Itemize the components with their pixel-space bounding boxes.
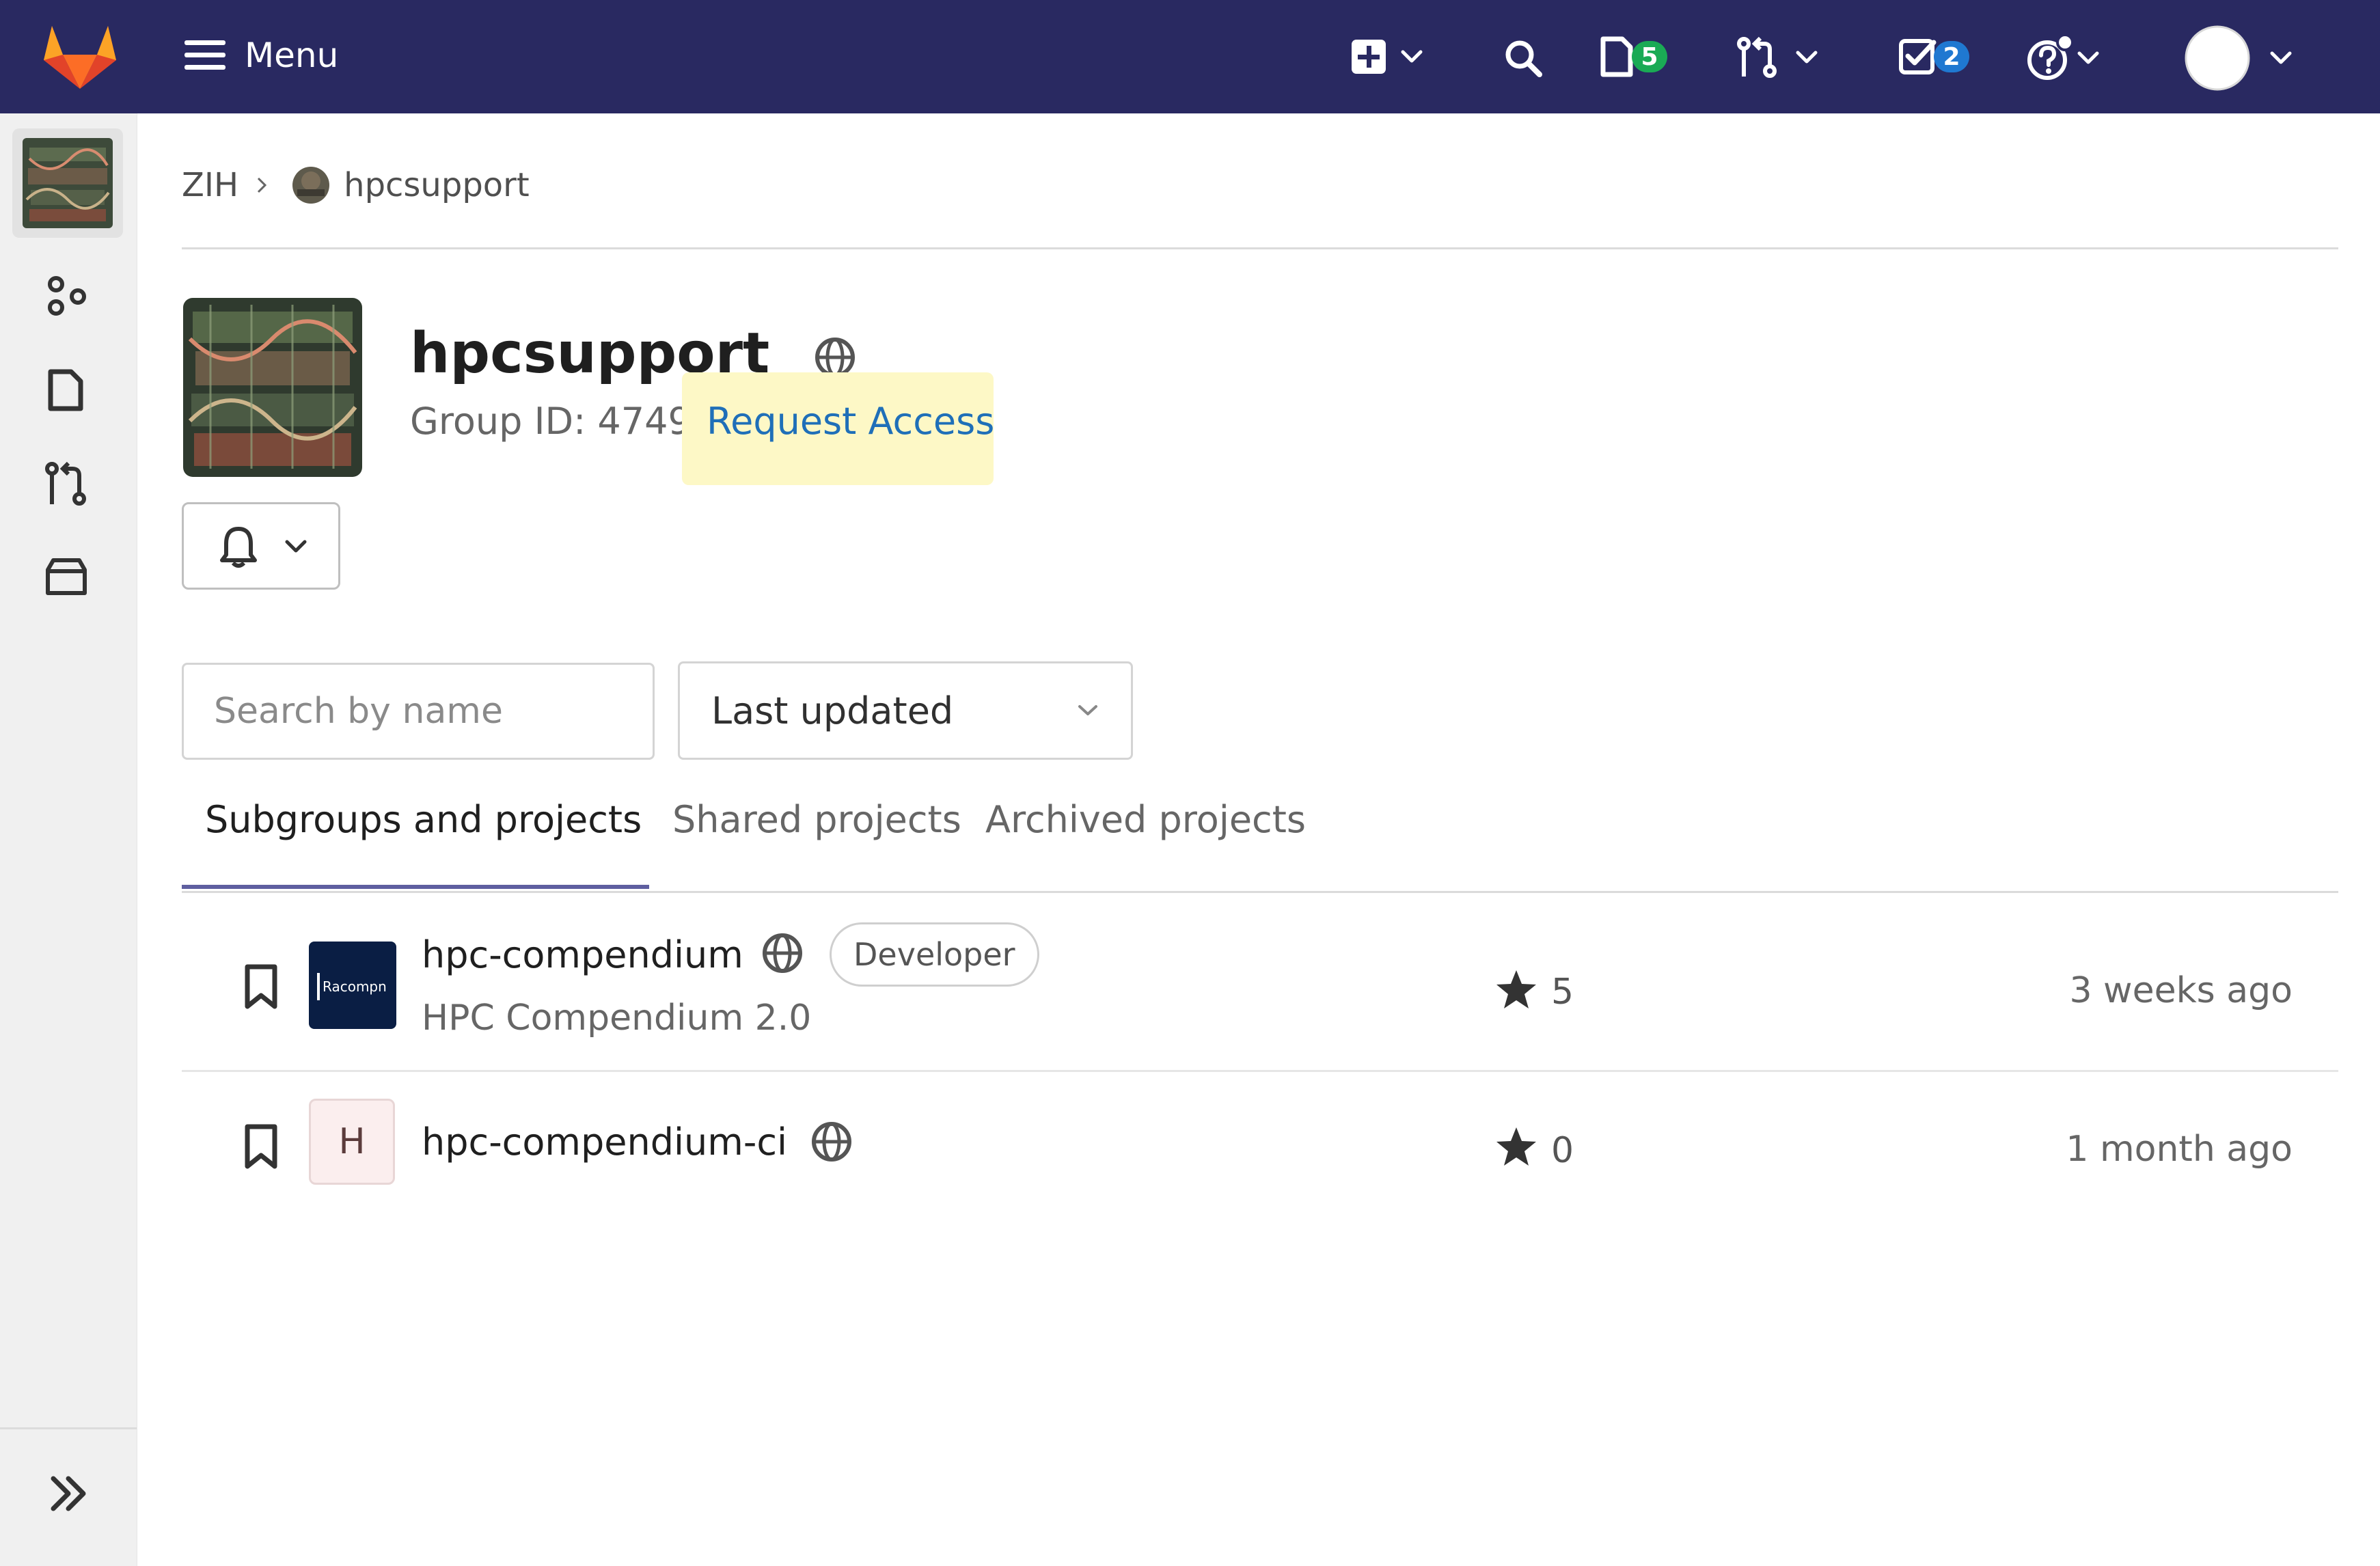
breadcrumb: ZIH hpcsupport — [182, 154, 530, 216]
search-button[interactable] — [1503, 38, 1543, 78]
expand-sidebar-icon[interactable] — [48, 1473, 89, 1514]
merge-requests-dropdown[interactable] — [1736, 36, 1818, 79]
star-icon — [1495, 1126, 1537, 1167]
role-badge: Developer — [830, 922, 1039, 987]
star-count: 5 — [1551, 972, 1574, 1013]
create-new-dropdown[interactable] — [1350, 38, 1423, 75]
issues-icon — [1599, 36, 1634, 78]
project-name-link[interactable]: hpc-compendium — [422, 933, 743, 976]
chevron-down-icon — [1401, 50, 1423, 64]
todos-count-badge: 2 — [1934, 41, 1969, 72]
chevron-down-icon — [1078, 704, 1098, 717]
user-menu-dropdown[interactable] — [2184, 25, 2292, 92]
row-divider — [182, 1070, 2338, 1072]
star-icon — [1495, 969, 1537, 1010]
sort-dropdown[interactable]: Last updated — [678, 661, 1133, 760]
hamburger-icon — [184, 39, 225, 72]
help-icon — [2025, 34, 2073, 82]
group-id-text: Group ID: 4749 — [410, 400, 692, 443]
sort-selected-label: Last updated — [711, 689, 954, 732]
menu-button[interactable]: Menu — [184, 36, 338, 75]
search-icon — [1503, 38, 1543, 78]
merge-request-icon[interactable] — [44, 461, 89, 508]
chevron-down-icon — [2270, 51, 2292, 65]
issues-count-badge: 5 — [1632, 41, 1667, 72]
header-divider — [182, 247, 2338, 249]
globe-icon — [810, 1121, 853, 1163]
packages-icon[interactable] — [44, 553, 89, 599]
chevron-down-icon — [285, 540, 307, 553]
left-sidebar — [0, 113, 137, 1566]
sidebar-group-avatar[interactable] — [12, 128, 123, 238]
breadcrumb-group-avatar — [292, 166, 330, 204]
breadcrumb-parent-link[interactable]: ZIH — [182, 166, 238, 204]
bookmark-icon[interactable] — [242, 1123, 280, 1171]
gitlab-logo[interactable] — [42, 20, 118, 92]
project-description: HPC Compendium 2.0 — [422, 998, 812, 1039]
bell-icon — [218, 525, 259, 568]
active-tab-indicator — [182, 885, 649, 889]
tab-shared-projects[interactable]: Shared projects — [672, 798, 961, 841]
svg-text:Racompn: Racompn — [323, 978, 387, 995]
last-updated: 1 month ago — [2066, 1129, 2293, 1170]
bookmark-icon[interactable] — [242, 963, 280, 1011]
chevron-down-icon — [2077, 51, 2099, 65]
subgroups-icon[interactable] — [44, 275, 89, 320]
chevron-right-icon — [256, 176, 267, 194]
user-avatar — [2184, 25, 2251, 92]
issues-icon[interactable] — [44, 368, 89, 413]
request-access-link[interactable]: Request Access — [707, 400, 994, 443]
issues-button[interactable]: 5 — [1599, 36, 1667, 78]
project-name-link[interactable]: hpc-compendium-ci — [422, 1121, 787, 1164]
globe-icon — [761, 932, 804, 974]
last-updated: 3 weeks ago — [2069, 970, 2293, 1011]
plus-square-icon — [1350, 38, 1387, 75]
top-navbar: Menu 5 2 — [0, 0, 2380, 113]
sidebar-footer — [0, 1427, 137, 1566]
tabs-divider — [182, 891, 2338, 893]
chevron-down-icon — [1796, 51, 1818, 64]
merge-request-icon — [1736, 36, 1779, 79]
todos-button[interactable]: 2 — [1898, 37, 1969, 77]
breadcrumb-current[interactable]: hpcsupport — [344, 166, 530, 204]
notification-settings-button[interactable] — [182, 502, 340, 590]
tab-archived-projects[interactable]: Archived projects — [985, 798, 1306, 841]
todo-icon — [1898, 37, 1938, 77]
project-avatar[interactable]: Racompn — [309, 942, 396, 1029]
search-input[interactable] — [182, 663, 655, 760]
group-avatar — [183, 298, 362, 477]
project-avatar[interactable]: H — [309, 1099, 395, 1185]
menu-label: Menu — [245, 36, 339, 75]
help-dropdown[interactable] — [2025, 34, 2099, 82]
tab-subgroups-and-projects[interactable]: Subgroups and projects — [205, 798, 642, 841]
star-count: 0 — [1551, 1130, 1574, 1171]
